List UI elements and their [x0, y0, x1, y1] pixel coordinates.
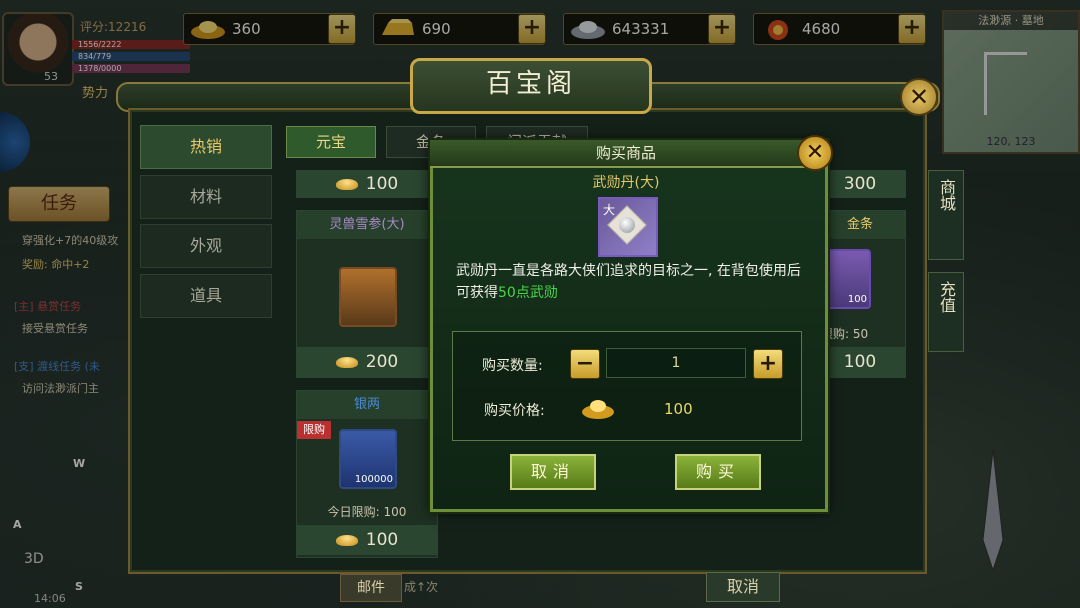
quantity-label: 购买数量: [482, 358, 543, 374]
cancel-button[interactable]: 取消 [510, 454, 596, 490]
tab-yuanbao[interactable]: 元宝 [286, 126, 376, 158]
item-size-tag: 大 [603, 203, 616, 217]
item-description: 武勋丹一直是各路大侠们追求的目标之一, 在背包使用后可获得50点武勋 [456, 260, 806, 304]
category-hot[interactable]: 热销 [140, 125, 272, 169]
close-dialog-button[interactable]: ✕ [797, 135, 833, 171]
close-shop-button[interactable]: ✕ [900, 78, 938, 116]
purchase-dialog [430, 140, 828, 512]
item-name: 武勋丹(大) [592, 175, 660, 191]
quantity-input[interactable]: 1 [606, 348, 746, 378]
yuanbao-icon [582, 400, 614, 419]
item-price: 100 [365, 174, 399, 194]
item-card-silver[interactable]: 银两 限购 100000 今日限购: 100 100 [296, 390, 438, 558]
price-label: 购买价格: [484, 403, 545, 419]
mail-button[interactable]: 邮件 [340, 574, 402, 602]
item-title: 银两 [297, 391, 437, 419]
item-price: 100 [843, 352, 877, 372]
bottom-cancel-button[interactable]: 取消 [706, 572, 780, 602]
increase-quantity-button[interactable]: + [753, 349, 783, 379]
side-tab-recharge[interactable]: 充值 [928, 272, 964, 352]
purchase-dialog-title: 购买商品 [430, 140, 822, 168]
yuanbao-icon [335, 178, 358, 190]
yuanbao-icon [335, 534, 358, 546]
buy-button[interactable]: 购买 [675, 454, 761, 490]
shop-title: 百宝阁 [410, 58, 652, 114]
decrease-quantity-button[interactable]: − [570, 349, 600, 379]
item-stack: 100000 [354, 474, 393, 485]
pill-pearl-shape [619, 217, 635, 233]
category-items[interactable]: 道具 [140, 274, 272, 318]
silver-item-icon: 100000 [339, 429, 397, 489]
side-tab-mall-label: 商城 [937, 179, 956, 211]
yuanbao-icon [335, 356, 358, 368]
item-price: 100 [365, 530, 399, 550]
item-price: 200 [365, 352, 399, 372]
item-description-highlight: 50点武勋 [498, 285, 558, 301]
medal-pill-icon: 大 [598, 197, 658, 257]
side-tab-recharge-label: 充值 [937, 281, 956, 313]
item-title: 灵兽雪参(大) [297, 211, 437, 239]
count-hint: 成↑次 [404, 580, 439, 594]
item-limit: 今日限购: 100 [327, 505, 407, 519]
gold-bar-item-icon: 100 [823, 249, 871, 309]
item-price: 300 [843, 174, 877, 194]
spirit-ginseng-icon [339, 267, 397, 327]
item-limit: 限购: 50 [821, 327, 869, 341]
item-stack: 100 [847, 294, 867, 305]
item-card-spirit-ginseng[interactable]: 灵兽雪参(大) 200 [296, 210, 438, 378]
category-materials[interactable]: 材料 [140, 175, 272, 219]
item-card-top-left[interactable]: 100 [296, 170, 438, 198]
category-appearance[interactable]: 外观 [140, 224, 272, 268]
item-title: 金条 [815, 211, 905, 239]
price-value: 100 [664, 400, 693, 418]
limit-badge: 限购 [297, 421, 331, 439]
side-tab-mall[interactable]: 商城 [928, 170, 964, 260]
